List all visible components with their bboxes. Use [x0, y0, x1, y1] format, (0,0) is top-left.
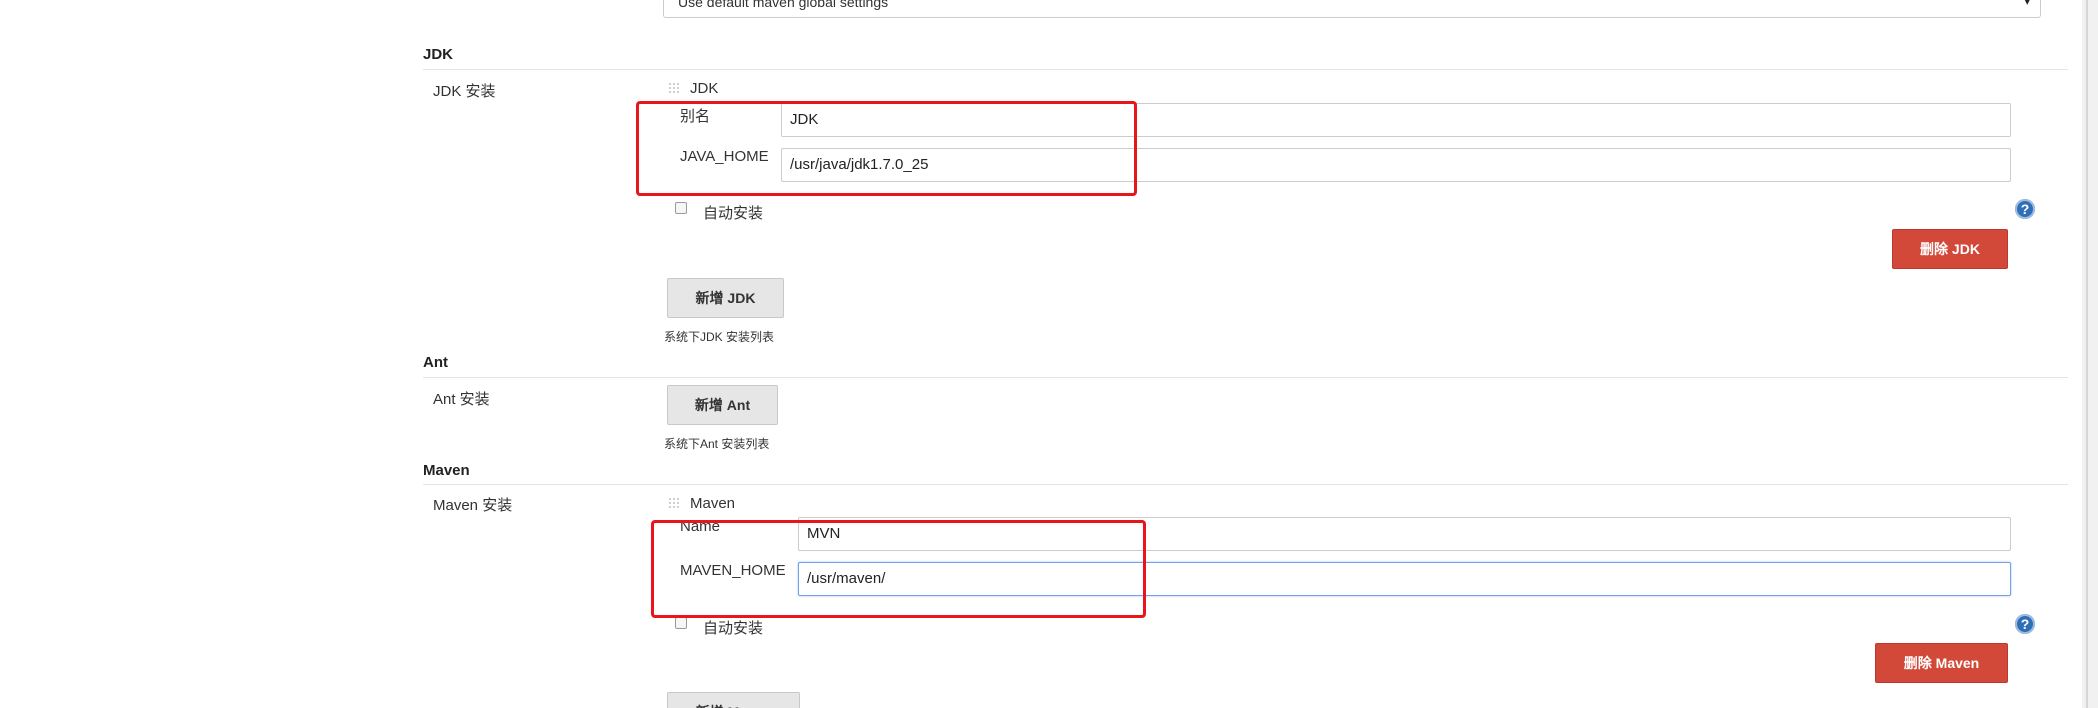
jdk-help-icon[interactable]: ?: [2015, 199, 2035, 219]
maven-help-icon[interactable]: ?: [2015, 614, 2035, 634]
jenkins-global-tool-configuration: Use default maven global settings ▾ JDK …: [0, 0, 2098, 708]
maven-home-value: /usr/maven/: [807, 570, 886, 587]
java-home-label: JAVA_HOME: [680, 148, 769, 165]
ant-list-hint: 系统下Ant 安装列表: [664, 437, 770, 451]
delete-jdk-button[interactable]: 删除 JDK: [1892, 229, 2008, 269]
add-maven-button[interactable]: 新增 Maven: [667, 692, 800, 708]
maven-global-settings-select[interactable]: Use default maven global settings ▾: [663, 0, 2041, 18]
maven-section-divider: [423, 484, 2068, 485]
jdk-alias-value: JDK: [790, 111, 819, 128]
add-jdk-button[interactable]: 新增 JDK: [667, 278, 784, 318]
maven-item-title: Maven: [690, 495, 736, 512]
scrollbar-edge: [2086, 0, 2088, 708]
maven-name-value: MVN: [807, 525, 841, 542]
maven-auto-install-label: 自动安装: [703, 620, 764, 637]
maven-home-label: MAVEN_HOME: [680, 562, 786, 579]
java-home-input[interactable]: /usr/java/jdk1.7.0_25: [781, 148, 2011, 182]
drag-handle-icon[interactable]: [668, 82, 681, 95]
delete-maven-button[interactable]: 删除 Maven: [1875, 643, 2008, 683]
ant-install-label: Ant 安装: [433, 391, 490, 408]
maven-name-label: Name: [680, 518, 721, 535]
maven-home-input[interactable]: /usr/maven/: [798, 562, 2011, 596]
ant-section-title: Ant: [423, 354, 448, 371]
maven-section-title: Maven: [423, 462, 470, 479]
drag-handle-icon[interactable]: [668, 497, 681, 510]
maven-auto-install-checkbox[interactable]: [675, 617, 687, 629]
ant-section-divider: [423, 377, 2068, 378]
jdk-section-divider: [423, 69, 2068, 70]
jdk-auto-install-checkbox[interactable]: [675, 202, 687, 214]
add-ant-button[interactable]: 新增 Ant: [667, 385, 778, 425]
jdk-section-title: JDK: [423, 46, 454, 63]
jdk-list-hint: 系统下JDK 安装列表: [664, 330, 775, 344]
jdk-alias-input[interactable]: JDK: [781, 103, 2011, 137]
maven-global-settings-value: Use default maven global settings: [678, 0, 889, 10]
scrollbar-track[interactable]: [2082, 0, 2098, 708]
jdk-alias-label: 别名: [680, 108, 711, 125]
java-home-value: /usr/java/jdk1.7.0_25: [790, 156, 929, 173]
maven-name-input[interactable]: MVN: [798, 517, 2011, 551]
jdk-install-label: JDK 安装: [433, 83, 496, 100]
jdk-item-title: JDK: [690, 80, 719, 97]
chevron-down-icon: ▾: [2024, 0, 2030, 8]
jdk-auto-install-label: 自动安装: [703, 205, 764, 222]
maven-install-label: Maven 安装: [433, 497, 513, 514]
